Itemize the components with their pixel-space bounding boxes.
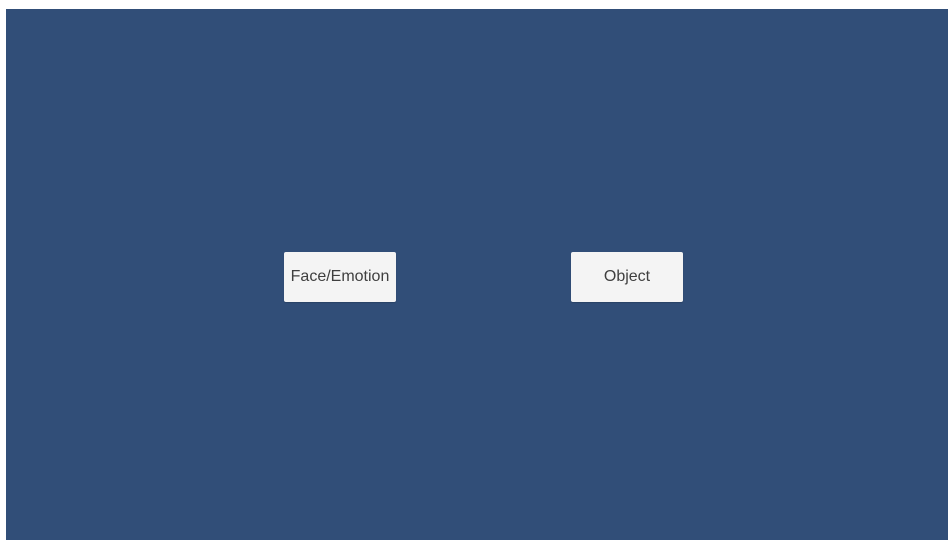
face-emotion-button[interactable]: Face/Emotion xyxy=(284,252,396,302)
object-button[interactable]: Object xyxy=(571,252,683,302)
app-canvas: Face/Emotion Object xyxy=(6,9,948,540)
